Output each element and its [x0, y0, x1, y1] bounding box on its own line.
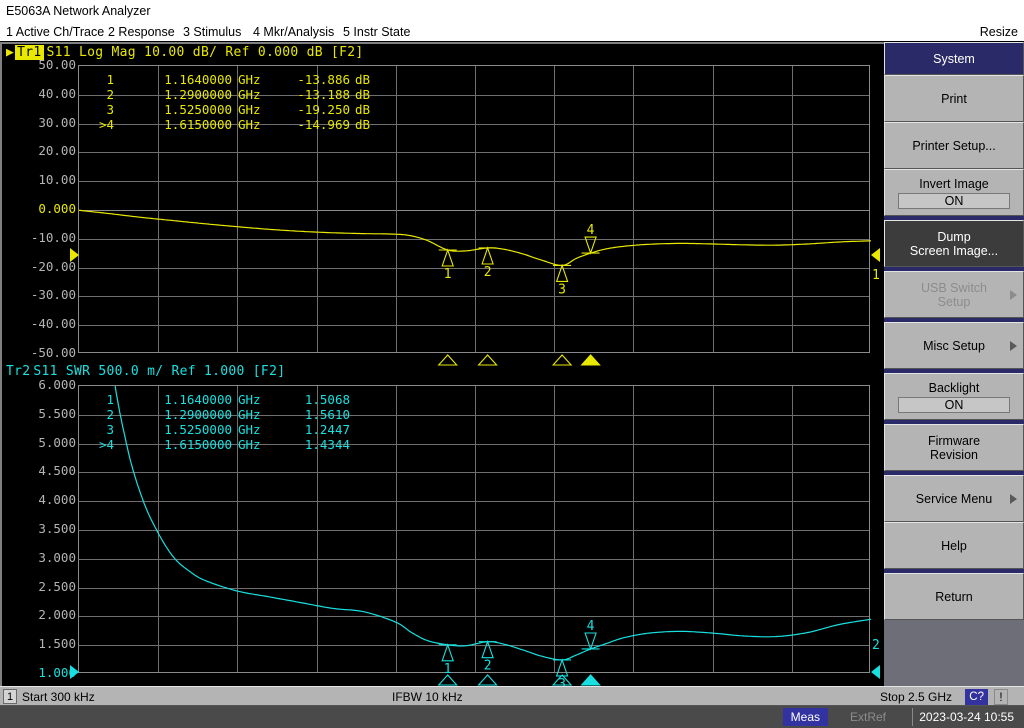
softkey-firmware[interactable]: Firmware Revision	[884, 424, 1024, 471]
softkey-system[interactable]: System	[884, 42, 1024, 75]
ifbw-value[interactable]: IFBW 10 kHz	[392, 687, 463, 707]
softkey-state-backlight[interactable]: ON	[898, 396, 1010, 413]
trace2-marker-1[interactable]: 1	[438, 643, 457, 677]
chevron-right-icon	[1010, 493, 1017, 504]
softkey-label: Backlight	[928, 380, 980, 395]
trace1-curve	[79, 209, 871, 266]
menu-item-3[interactable]: 3 Stimulus	[183, 22, 241, 42]
trace1-marker-1[interactable]: 1	[438, 248, 457, 282]
softkey-label: Printer Setup...	[912, 138, 996, 153]
menu-bar: Resize 1 Active Ch/Trace 2 Response 3 Stim…	[0, 22, 1024, 42]
warning-badge[interactable]: !	[994, 689, 1008, 705]
softkey-return[interactable]: Return	[884, 573, 1024, 620]
stop-frequency[interactable]: Stop 2.5 GHz	[880, 687, 952, 707]
meas-status[interactable]: Meas	[782, 708, 828, 726]
trace1-marker-4[interactable]: 4	[581, 223, 600, 255]
softkey-invert-image[interactable]: Invert Image ON	[884, 169, 1024, 216]
softkey-misc-setup[interactable]: Misc Setup	[884, 322, 1024, 369]
trace2-axis-marker-4[interactable]	[580, 674, 601, 686]
softkey-panel[interactable]: System Print Printer Setup... Invert Image O…	[884, 42, 1024, 686]
menu-item-1[interactable]: 1 Active Ch/Trace	[6, 22, 104, 42]
softkey-dump[interactable]: Dump Screen Image...	[884, 220, 1024, 267]
chevron-right-icon	[1010, 340, 1017, 351]
cal-status-badge[interactable]: C?	[965, 689, 988, 705]
trace1-axis-marker-1[interactable]	[437, 354, 458, 366]
softkey-label: Misc Setup	[923, 338, 985, 353]
trace2-edge-label: 2	[872, 638, 880, 653]
softkey-label: Help	[941, 538, 967, 553]
softkey-label: Service Menu	[915, 491, 993, 506]
trace1-marker-2[interactable]: 2	[478, 246, 497, 280]
softkey-label: System	[933, 51, 975, 66]
trace2-marker-label: 4	[587, 619, 595, 634]
softkey-label: Return	[935, 589, 973, 604]
status-bar: 1 Start 300 kHz IFBW 10 kHz Stop 2.5 GHz…	[0, 686, 1024, 706]
softkey-printer-setup[interactable]: Printer Setup...	[884, 122, 1024, 169]
trace2-ref-marker-right[interactable]	[871, 665, 880, 679]
trace2-marker-label: 2	[484, 659, 492, 674]
window-title-text: E5063A Network Analyzer	[6, 4, 151, 18]
resize-button[interactable]: Resize	[980, 22, 1018, 42]
softkey-label: Firmware Revision	[927, 433, 981, 462]
trace1-ref-marker-left[interactable]	[70, 248, 79, 262]
extref-status: ExtRef	[843, 708, 892, 726]
analyzer-screen[interactable]: ▶ Tr1 S11 Log Mag 10.00 dB/ Ref 0.000 dB […	[0, 42, 884, 686]
trace2-ref-marker-left[interactable]	[70, 665, 79, 679]
trace1-edge-label: 1	[872, 268, 880, 283]
start-frequency[interactable]: Start 300 kHz	[22, 687, 95, 707]
trace2-marker-4[interactable]: 4	[581, 619, 600, 651]
softkey-label: Print	[941, 91, 967, 106]
trace2-axis-marker-2[interactable]	[477, 674, 498, 686]
chevron-right-icon	[1010, 289, 1017, 300]
trace1-marker-3[interactable]: 3	[553, 263, 572, 297]
softkey-print[interactable]: Print	[884, 75, 1024, 122]
trace1-marker-label: 1	[444, 267, 452, 282]
menu-item-2[interactable]: 2 Response	[108, 22, 175, 42]
trace1-marker-label: 4	[587, 223, 595, 238]
softkey-help[interactable]: Help	[884, 522, 1024, 569]
datetime-display: 2023-03-24 10:55	[912, 708, 1020, 726]
softkey-label: Dump Screen Image...	[909, 229, 999, 258]
softkey-label: USB Switch Setup	[921, 280, 987, 309]
menu-item-4[interactable]: 4 Mkr/Analysis	[253, 22, 334, 42]
softkey-label: Invert Image	[919, 176, 989, 191]
trace1-axis-marker-2[interactable]	[477, 354, 498, 366]
trace2-marker-2[interactable]: 2	[478, 640, 497, 674]
trace2-curve	[114, 386, 871, 661]
softkey-usb-switch: USB Switch Setup	[884, 271, 1024, 318]
softkey-service-menu[interactable]: Service Menu	[884, 475, 1024, 522]
trace1-axis-marker-3[interactable]	[551, 354, 573, 366]
trace1-marker-label: 2	[484, 265, 492, 280]
menu-item-5[interactable]: 5 Instr State	[343, 22, 410, 42]
softkey-backlight[interactable]: Backlight ON	[884, 373, 1024, 420]
softkey-state-invert-image[interactable]: ON	[898, 192, 1010, 209]
trace1-axis-marker-4[interactable]	[580, 354, 601, 366]
trace1-marker-label: 3	[558, 282, 566, 297]
window-title: E5063A Network Analyzer	[0, 0, 1024, 22]
bottom-bar: Meas ExtRef 2023-03-24 10:55	[0, 706, 1024, 728]
channel-number: 1	[3, 689, 17, 704]
trace1-ref-marker-right[interactable]	[871, 248, 880, 262]
trace-plot-overlay: 1 2341 234	[79, 209, 871, 686]
